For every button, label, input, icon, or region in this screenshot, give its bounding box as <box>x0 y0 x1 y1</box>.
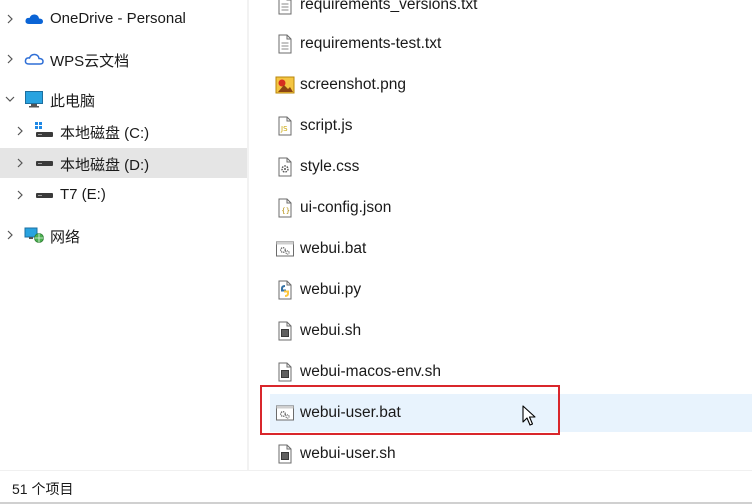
file-item-style-css[interactable]: style.css <box>270 149 752 185</box>
nav-item-label: 此电脑 <box>50 93 96 110</box>
onedrive-cloud-icon <box>24 9 44 29</box>
file-item-script-js[interactable]: JS script.js <box>270 108 752 144</box>
file-item-ui-config-json[interactable]: {} ui-config.json <box>270 190 752 226</box>
svg-text:JS: JS <box>280 125 288 133</box>
json-file-icon: {} <box>278 198 292 218</box>
nav-item-label: 本地磁盘 (D:) <box>60 157 150 174</box>
status-bar: 51 个项目 <box>0 470 752 504</box>
image-file-icon <box>275 76 295 94</box>
nav-item-drive-c[interactable]: 本地磁盘 (C:) <box>0 116 247 146</box>
javascript-file-icon: JS <box>278 116 292 136</box>
file-item-webui-user-sh[interactable]: webui-user.sh <box>270 436 752 472</box>
shell-script-file-icon <box>278 362 292 382</box>
chevron-down-icon[interactable] <box>4 93 16 105</box>
chevron-right-icon[interactable] <box>14 125 26 137</box>
nav-item-network[interactable]: 网络 <box>0 220 247 250</box>
file-name: style.css <box>300 158 360 175</box>
system-drive-icon <box>34 121 54 141</box>
file-item-webui-bat[interactable]: webui.bat <box>270 231 752 267</box>
chevron-right-icon[interactable] <box>4 229 16 241</box>
shell-script-file-icon <box>278 444 292 464</box>
file-name: script.js <box>300 117 353 134</box>
file-item-webui-sh[interactable]: webui.sh <box>270 313 752 349</box>
this-pc-monitor-icon <box>24 89 44 109</box>
nav-item-drive-d[interactable]: 本地磁盘 (D:) <box>0 148 247 178</box>
drive-icon <box>34 185 54 205</box>
file-name: webui.bat <box>300 240 367 257</box>
file-list: requirements_versions.txt requirements-t… <box>249 0 752 470</box>
shell-script-file-icon <box>278 321 292 341</box>
file-name: requirements_versions.txt <box>300 0 478 13</box>
file-name: screenshot.png <box>300 76 406 93</box>
python-file-icon <box>278 280 292 300</box>
file-name: requirements-test.txt <box>300 35 442 52</box>
file-item-requirements-test[interactable]: requirements-test.txt <box>270 26 752 62</box>
file-item-webui-macos-env-sh[interactable]: webui-macos-env.sh <box>270 354 752 390</box>
chevron-right-icon[interactable] <box>4 53 16 65</box>
file-name: webui-macos-env.sh <box>300 363 441 380</box>
batch-file-gear-icon <box>276 241 294 257</box>
file-name: webui-user.sh <box>300 445 396 462</box>
item-count-label: 51 个项目 <box>12 481 74 497</box>
file-name: ui-config.json <box>300 199 392 216</box>
nav-item-label: 网络 <box>50 229 81 246</box>
batch-file-gear-icon <box>276 405 294 421</box>
nav-item-label: WPS云文档 <box>50 53 130 70</box>
file-name: webui.sh <box>300 322 362 339</box>
svg-text:{}: {} <box>281 207 290 215</box>
drive-icon <box>34 153 54 173</box>
network-icon <box>24 225 44 245</box>
nav-item-label: OneDrive - Personal <box>50 10 186 27</box>
file-name: webui.py <box>300 281 362 298</box>
text-file-icon <box>278 0 292 15</box>
mouse-pointer-icon <box>522 405 536 426</box>
css-file-gear-icon <box>278 157 292 177</box>
nav-item-onedrive[interactable]: OneDrive - Personal <box>0 4 247 34</box>
file-name: webui-user.bat <box>300 404 401 421</box>
chevron-right-icon[interactable] <box>4 13 16 25</box>
nav-item-drive-e[interactable]: T7 (E:) <box>0 180 247 210</box>
chevron-right-icon[interactable] <box>14 189 26 201</box>
nav-item-wps-cloud[interactable]: WPS云文档 <box>0 44 247 74</box>
text-file-icon <box>278 34 292 54</box>
navigation-pane: OneDrive - Personal WPS云文档 此电脑 本地磁盘 (C:) <box>0 0 247 470</box>
nav-item-label: T7 (E:) <box>60 186 106 203</box>
wps-cloud-icon <box>24 49 44 69</box>
file-item-webui-user-bat[interactable]: webui-user.bat <box>270 394 752 432</box>
file-item-webui-py[interactable]: webui.py <box>270 272 752 308</box>
file-item-requirements-versions[interactable]: requirements_versions.txt <box>270 0 752 23</box>
nav-item-label: 本地磁盘 (C:) <box>60 125 150 142</box>
nav-item-this-pc[interactable]: 此电脑 <box>0 84 247 114</box>
chevron-right-icon[interactable] <box>14 157 26 169</box>
file-item-screenshot-png[interactable]: screenshot.png <box>270 67 752 103</box>
